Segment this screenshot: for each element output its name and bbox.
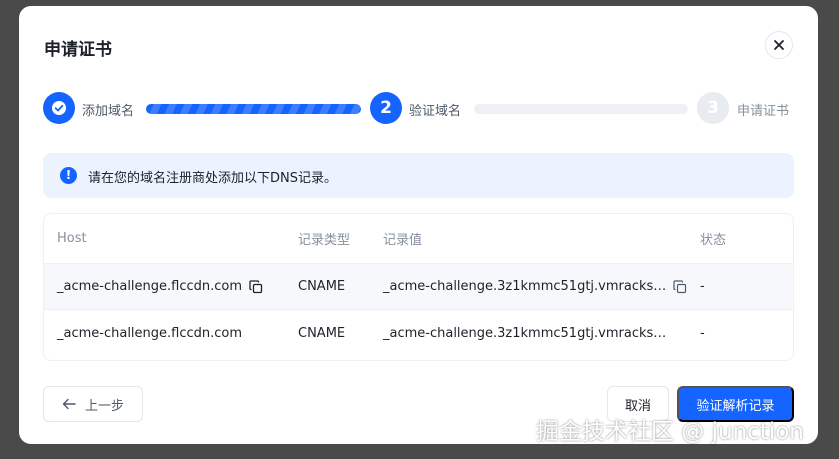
close-icon (774, 40, 784, 50)
type-cell: CNAME (298, 279, 346, 294)
step-1-label: 添加域名 (82, 104, 135, 119)
host-cell: _acme-challenge.flccdn.com (57, 264, 263, 309)
host-cell: _acme-challenge.flccdn.com (57, 325, 243, 341)
step-1-indicator (43, 92, 75, 124)
previous-step-button[interactable]: 上一步 (43, 386, 143, 422)
arrow-left-icon (62, 398, 76, 410)
host-text: _acme-challenge.flccdn.com (57, 279, 243, 294)
step-3-indicator: 3 (697, 92, 729, 124)
table-row: _acme-challenge.flccdn.com CNAME _acme-c… (44, 310, 793, 356)
type-cell: CNAME (298, 325, 346, 341)
copy-icon[interactable] (673, 279, 687, 294)
step-2-progress (474, 104, 688, 114)
table-row: _acme-challenge.flccdn.com CNAME _acme-c… (44, 264, 793, 310)
previous-step-label: 上一步 (84, 398, 124, 414)
step-3-label: 申请证书 (737, 104, 790, 119)
step-2-label: 验证域名 (409, 104, 462, 119)
column-host: Host (57, 231, 87, 246)
alert-text: 请在您的域名注册商处添加以下DNS记录。 (88, 171, 337, 186)
column-status: 状态 (700, 233, 727, 248)
certificate-dialog: 申请证书 添加域名 2 验证域名 3 申请证书 ! 请在您的域名注册商处添加以下… (19, 6, 818, 444)
dialog-title: 申请证书 (44, 40, 112, 60)
status-cell: - (700, 279, 705, 294)
step-2-indicator: 2 (370, 92, 402, 124)
step-1-progress (146, 104, 361, 114)
info-alert: ! 请在您的域名注册商处添加以下DNS记录。 (43, 153, 794, 198)
value-cell: _acme-challenge.3z1kmmc51gtj.vmracks… (383, 264, 687, 309)
watermark: 掘金技术社区 @ junction (536, 419, 804, 445)
close-button[interactable] (765, 31, 793, 59)
check-icon (52, 101, 66, 115)
value-cell: _acme-challenge.3z1kmmc51gtj.vmracks… (383, 325, 667, 341)
status-cell: - (700, 325, 705, 341)
column-record-type: 记录类型 (298, 233, 351, 248)
value-text: _acme-challenge.3z1kmmc51gtj.vmracks… (383, 279, 667, 294)
table-header: Host 记录类型 记录值 状态 (44, 214, 793, 264)
dns-records-table: Host 记录类型 记录值 状态 _acme-challenge.flccdn.… (43, 213, 794, 361)
copy-icon[interactable] (249, 279, 263, 294)
info-icon: ! (60, 167, 77, 184)
column-record-value: 记录值 (383, 233, 423, 248)
